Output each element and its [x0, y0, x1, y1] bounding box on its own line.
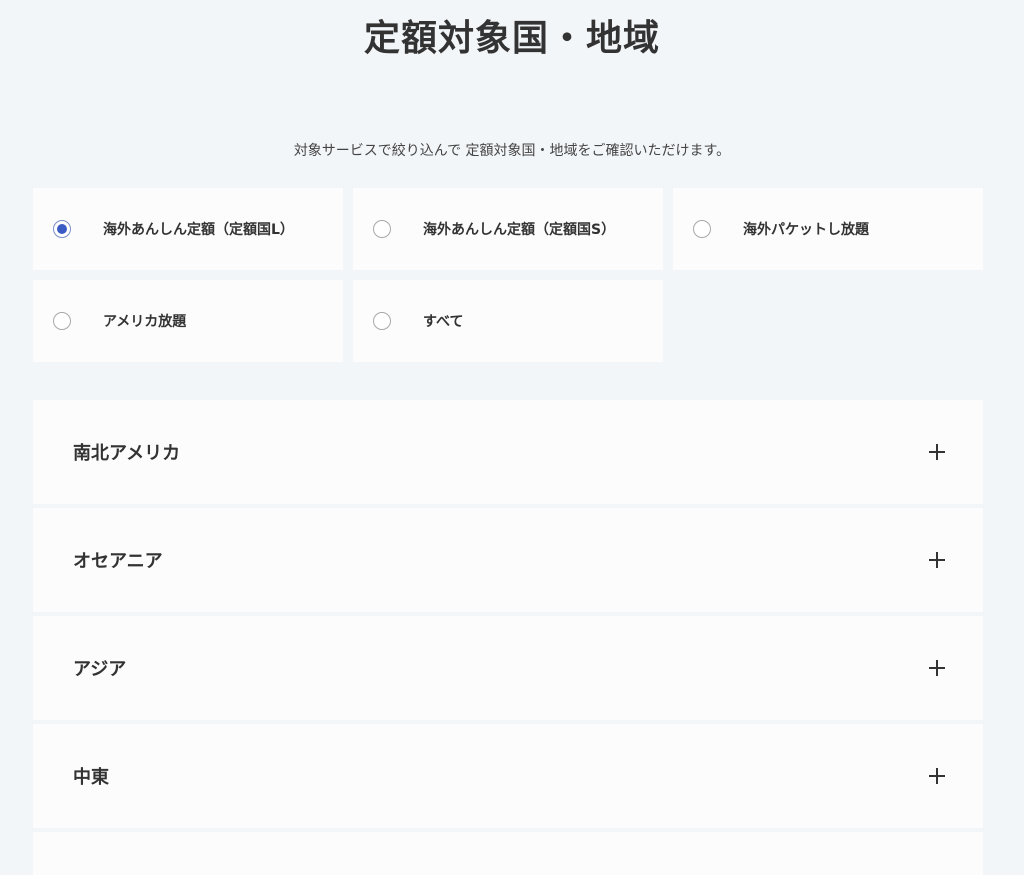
region-label: アジア [73, 659, 127, 680]
filter-option-label: 海外パケットし放題 [743, 222, 869, 238]
region-item-asia[interactable]: アジア [33, 616, 983, 720]
plus-icon[interactable] [929, 660, 945, 676]
filter-option-label: すべて [423, 314, 464, 330]
radio-button[interactable] [53, 220, 71, 238]
filter-option-teigaku-s[interactable]: 海外あんしん定額（定額国S） [353, 188, 663, 270]
page: 定額対象国・地域 対象サービスで絞り込んで 定額対象国・地域をご確認いただけます… [0, 0, 1024, 875]
filter-option-teigaku-l[interactable]: 海外あんしん定額（定額国L） [33, 188, 343, 270]
region-accordion: 南北アメリカ オセアニア アジア 中東 [33, 400, 983, 875]
filter-option-packet-hodai[interactable]: 海外パケットし放題 [673, 188, 983, 270]
plus-icon[interactable] [929, 444, 945, 460]
page-title: 定額対象国・地域 [363, 18, 660, 59]
region-item-middle-east[interactable]: 中東 [33, 724, 983, 828]
region-label: 南北アメリカ [73, 443, 181, 464]
filter-option-label: 海外あんしん定額（定額国L） [103, 222, 294, 238]
filter-option-america-hodai[interactable]: アメリカ放題 [33, 280, 343, 362]
region-item-oceania[interactable]: オセアニア [33, 508, 983, 612]
region-label: 中東 [73, 767, 109, 788]
region-item-next[interactable] [33, 832, 983, 875]
region-label: オセアニア [73, 551, 163, 572]
service-filter-group: 海外あんしん定額（定額国L） 海外あんしん定額（定額国S） 海外パケットし放題 … [33, 188, 983, 362]
radio-button[interactable] [53, 312, 71, 330]
region-item-americas[interactable]: 南北アメリカ [33, 400, 983, 504]
filter-option-all[interactable]: すべて [353, 280, 663, 362]
plus-icon[interactable] [929, 552, 945, 568]
radio-button[interactable] [373, 220, 391, 238]
radio-button[interactable] [373, 312, 391, 330]
filter-option-label: アメリカ放題 [103, 314, 187, 330]
page-subtitle: 対象サービスで絞り込んで 定額対象国・地域をご確認いただけます。 [293, 143, 731, 159]
radio-button[interactable] [693, 220, 711, 238]
filter-option-label: 海外あんしん定額（定額国S） [423, 222, 616, 238]
plus-icon[interactable] [929, 768, 945, 784]
radio-checked-dot [57, 224, 67, 234]
